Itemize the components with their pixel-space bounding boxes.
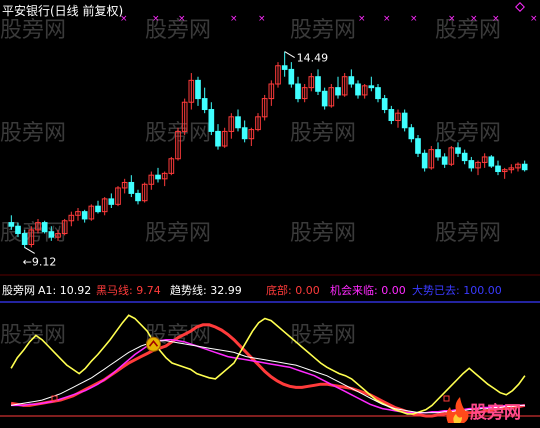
candle-body [468, 160, 475, 169]
legend-item: 趋势线: 32.99 [170, 283, 242, 297]
candle-body [461, 152, 468, 162]
low-pointer [24, 246, 35, 254]
watermark-text: 股旁网 [0, 323, 66, 348]
signal-marker: × [258, 14, 266, 24]
signal-marker: × [383, 14, 391, 24]
candle-body [355, 83, 361, 96]
signal-marker: × [230, 14, 238, 24]
candle-body [335, 87, 341, 96]
watermark-text: 股旁网 [290, 18, 356, 43]
high-label: 14.49 [297, 52, 329, 65]
candle-body [415, 138, 421, 154]
legend-item: 机会来临: 0.00 [330, 283, 406, 297]
watermark-text: 股旁网 [435, 221, 501, 246]
watermark-text: 股旁网 [0, 121, 66, 146]
signal-marker: × [448, 14, 456, 24]
candle-body [128, 181, 135, 194]
candle-body [375, 87, 381, 100]
candle-body [15, 225, 21, 235]
candle-body [488, 156, 495, 167]
candle-body [195, 79, 201, 100]
candle-body [421, 152, 428, 169]
chart-title: 平安银行(日线 前复权) [2, 4, 124, 18]
indicator-name: 股旁网 [2, 283, 35, 297]
candle-body [388, 109, 395, 121]
candle-body [8, 222, 15, 227]
legend-item: 黑马线: 9.74 [96, 283, 161, 297]
candle-body [108, 198, 115, 205]
candle-body [295, 83, 301, 100]
watermark-text: 股旁网 [290, 121, 356, 146]
candle-body [135, 192, 141, 202]
candle-body [321, 90, 328, 107]
candle-body [95, 205, 101, 213]
candle-body [81, 211, 88, 220]
candle-body [455, 147, 461, 154]
high-pointer [284, 51, 295, 58]
candle-body [435, 149, 441, 158]
candle-body [381, 98, 388, 111]
candle-body [495, 165, 501, 173]
candle-body [441, 156, 448, 165]
candle-body [348, 76, 355, 85]
candle-body [201, 98, 208, 111]
candle-body [368, 85, 375, 89]
candle-body [281, 65, 288, 70]
candle-body [521, 163, 528, 171]
chart-stage: 股旁网 股旁网 股旁网 股旁网 股旁网 股旁网 股旁网 股旁网 股旁网 股旁网 股旁网 股旁网 股旁网股… [0, 0, 540, 428]
diamond-icon [515, 2, 525, 12]
candle-body [408, 127, 415, 140]
candle-body [241, 127, 248, 140]
candle-body [288, 68, 295, 85]
signal-marker: × [358, 14, 366, 24]
candle-body [155, 174, 161, 180]
legend-item: A1: 10.92 [38, 284, 91, 297]
buy-signal-icon [145, 336, 161, 352]
candle-body [401, 112, 408, 129]
signal-marker: × [152, 14, 160, 24]
candle-body [235, 116, 241, 129]
legend-item: 大势已去: 100.00 [412, 283, 502, 297]
kline-chart: 股旁网 股旁网 股旁网 股旁网股旁网 股旁网 股旁网 股旁网股旁网 股旁网 股旁网 股旁网股旁网股… [0, 2, 540, 418]
candle-body [315, 76, 321, 92]
signal-marker: × [492, 14, 500, 24]
candle-body [208, 109, 215, 132]
candle-body [41, 222, 48, 233]
signal-marker: × [530, 14, 538, 24]
candle-body [21, 233, 28, 245]
watermark-text: 股旁网 [435, 121, 501, 146]
watermark-text: 股旁网 [290, 221, 356, 246]
signal-marker: × [410, 14, 418, 24]
candle-body [48, 231, 55, 238]
logo-text: 股旁网 [470, 403, 521, 423]
low-label: ←9.12 [23, 255, 57, 268]
watermark-text: 股旁网 [145, 221, 211, 246]
logo-mark: 股旁网 [440, 395, 535, 425]
legend-item: 底部: 0.00 [266, 283, 320, 297]
signal-marker: × [178, 14, 186, 24]
watermark-text: 股旁网 [0, 18, 66, 43]
signal-marker: × [470, 14, 478, 24]
candle-body [215, 130, 221, 147]
